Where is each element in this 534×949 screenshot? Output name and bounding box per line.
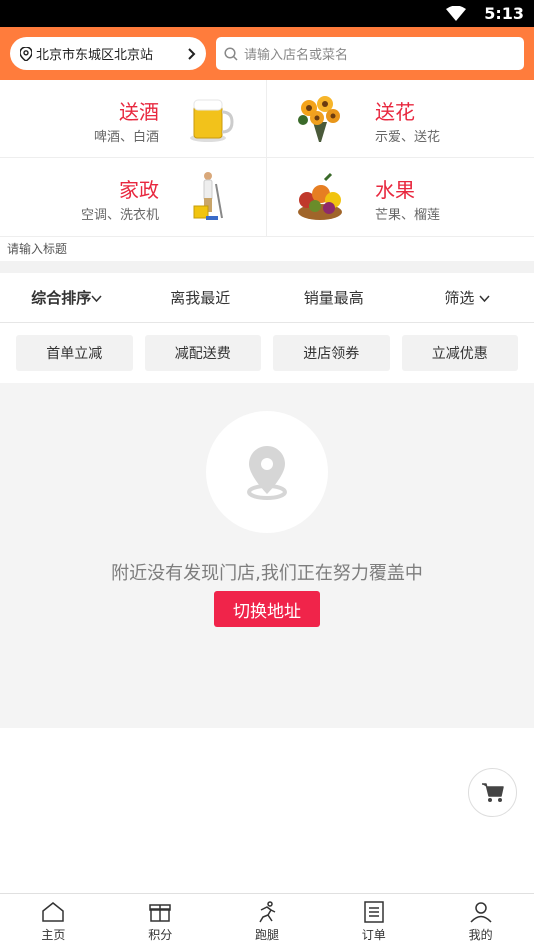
tab-label: 跑腿 bbox=[254, 927, 279, 942]
section-divider bbox=[0, 261, 534, 273]
search-input[interactable]: 请输入店名或菜名 bbox=[216, 37, 524, 70]
tab-label: 主页 bbox=[41, 927, 66, 942]
category-flowers[interactable]: 送花 示爱、送花 bbox=[267, 80, 534, 158]
cart-button[interactable] bbox=[468, 768, 517, 817]
tab-profile[interactable]: 我的 bbox=[427, 894, 534, 949]
sort-label: 综合排序 bbox=[31, 289, 92, 307]
tab-errands[interactable]: 跑腿 bbox=[214, 894, 321, 949]
status-bar: 5:13 bbox=[0, 0, 534, 27]
empty-location-icon-container bbox=[206, 411, 328, 533]
status-time: 5:13 bbox=[484, 4, 524, 23]
cleaning-person-icon bbox=[193, 172, 223, 220]
category-title: 水果 bbox=[375, 178, 415, 202]
sort-filter[interactable]: 筛选 bbox=[401, 287, 534, 308]
category-subtitle: 芒果、榴莲 bbox=[375, 208, 441, 223]
chip-reduced-delivery[interactable]: 减配送费 bbox=[144, 335, 261, 371]
category-wine[interactable]: 送酒 啤酒、白酒 bbox=[0, 80, 267, 158]
category-title: 送花 bbox=[375, 100, 415, 124]
top-bar: 北京市东城区北京站 请输入店名或菜名 bbox=[0, 27, 534, 80]
category-subtitle: 示爱、送花 bbox=[375, 130, 441, 145]
chip-first-order-discount[interactable]: 首单立减 bbox=[16, 335, 133, 371]
sort-nearest[interactable]: 离我最近 bbox=[134, 287, 268, 308]
sort-label: 销量最高 bbox=[303, 289, 364, 307]
category-subtitle: 啤酒、白酒 bbox=[93, 130, 159, 145]
tab-home[interactable]: 主页 bbox=[0, 894, 107, 949]
empty-state: 附近没有发现门店,我们正在努力覆盖中 切换地址 bbox=[0, 383, 534, 728]
cart-icon bbox=[481, 782, 504, 802]
category-subtitle: 空调、洗衣机 bbox=[80, 208, 159, 223]
wifi-icon bbox=[446, 6, 466, 21]
switch-address-button[interactable]: 切换地址 bbox=[214, 591, 320, 627]
chip-store-coupon[interactable]: 进店领券 bbox=[273, 335, 390, 371]
category-fruit[interactable]: 水果 芒果、榴莲 bbox=[267, 158, 534, 236]
user-icon bbox=[470, 901, 492, 923]
sort-label: 离我最近 bbox=[170, 289, 231, 307]
search-placeholder: 请输入店名或菜名 bbox=[244, 48, 349, 63]
sort-bar: 综合排序 离我最近 销量最高 筛选 bbox=[0, 273, 534, 323]
location-text: 北京市东城区北京站 bbox=[36, 48, 154, 63]
chip-instant-discount[interactable]: 立减优惠 bbox=[401, 335, 518, 371]
fruit-basket-icon bbox=[298, 172, 342, 220]
category-title: 送酒 bbox=[119, 100, 159, 124]
bottom-tab-bar: 主页 积分 跑腿 订单 我的 bbox=[0, 893, 534, 949]
tab-label: 订单 bbox=[361, 927, 386, 942]
chevron-down-icon bbox=[91, 295, 102, 303]
beer-mug-icon bbox=[190, 99, 234, 142]
search-icon bbox=[224, 46, 238, 61]
runner-icon bbox=[259, 900, 276, 922]
sort-composite[interactable]: 综合排序 bbox=[0, 287, 134, 308]
location-pin-icon bbox=[20, 46, 32, 61]
tab-points[interactable]: 积分 bbox=[107, 894, 214, 949]
category-title: 家政 bbox=[119, 178, 159, 202]
home-icon bbox=[42, 901, 65, 922]
order-list-icon bbox=[364, 900, 384, 923]
sort-best-selling[interactable]: 销量最高 bbox=[267, 287, 401, 308]
tab-label: 积分 bbox=[148, 927, 173, 942]
location-pin-icon bbox=[247, 446, 287, 500]
gift-icon bbox=[149, 903, 171, 922]
flower-bouquet-icon bbox=[298, 96, 340, 142]
filter-chips: 首单立减 减配送费 进店领券 立减优惠 bbox=[0, 323, 534, 383]
title-hint: 请输入标题 bbox=[7, 242, 68, 256]
sort-label: 筛选 bbox=[444, 289, 475, 307]
chevron-right-icon bbox=[188, 47, 196, 60]
chevron-down-icon bbox=[479, 295, 490, 303]
location-selector[interactable]: 北京市东城区北京站 bbox=[10, 37, 206, 70]
category-housekeeping[interactable]: 家政 空调、洗衣机 bbox=[0, 158, 267, 236]
tab-label: 我的 bbox=[468, 927, 493, 942]
tab-orders[interactable]: 订单 bbox=[320, 894, 427, 949]
category-grid: 送酒 啤酒、白酒 送花 示爱、送花 家政 空调、洗衣机 水果 芒果、榴莲 bbox=[0, 80, 534, 237]
empty-message: 附近没有发现门店,我们正在努力覆盖中 bbox=[111, 563, 423, 584]
